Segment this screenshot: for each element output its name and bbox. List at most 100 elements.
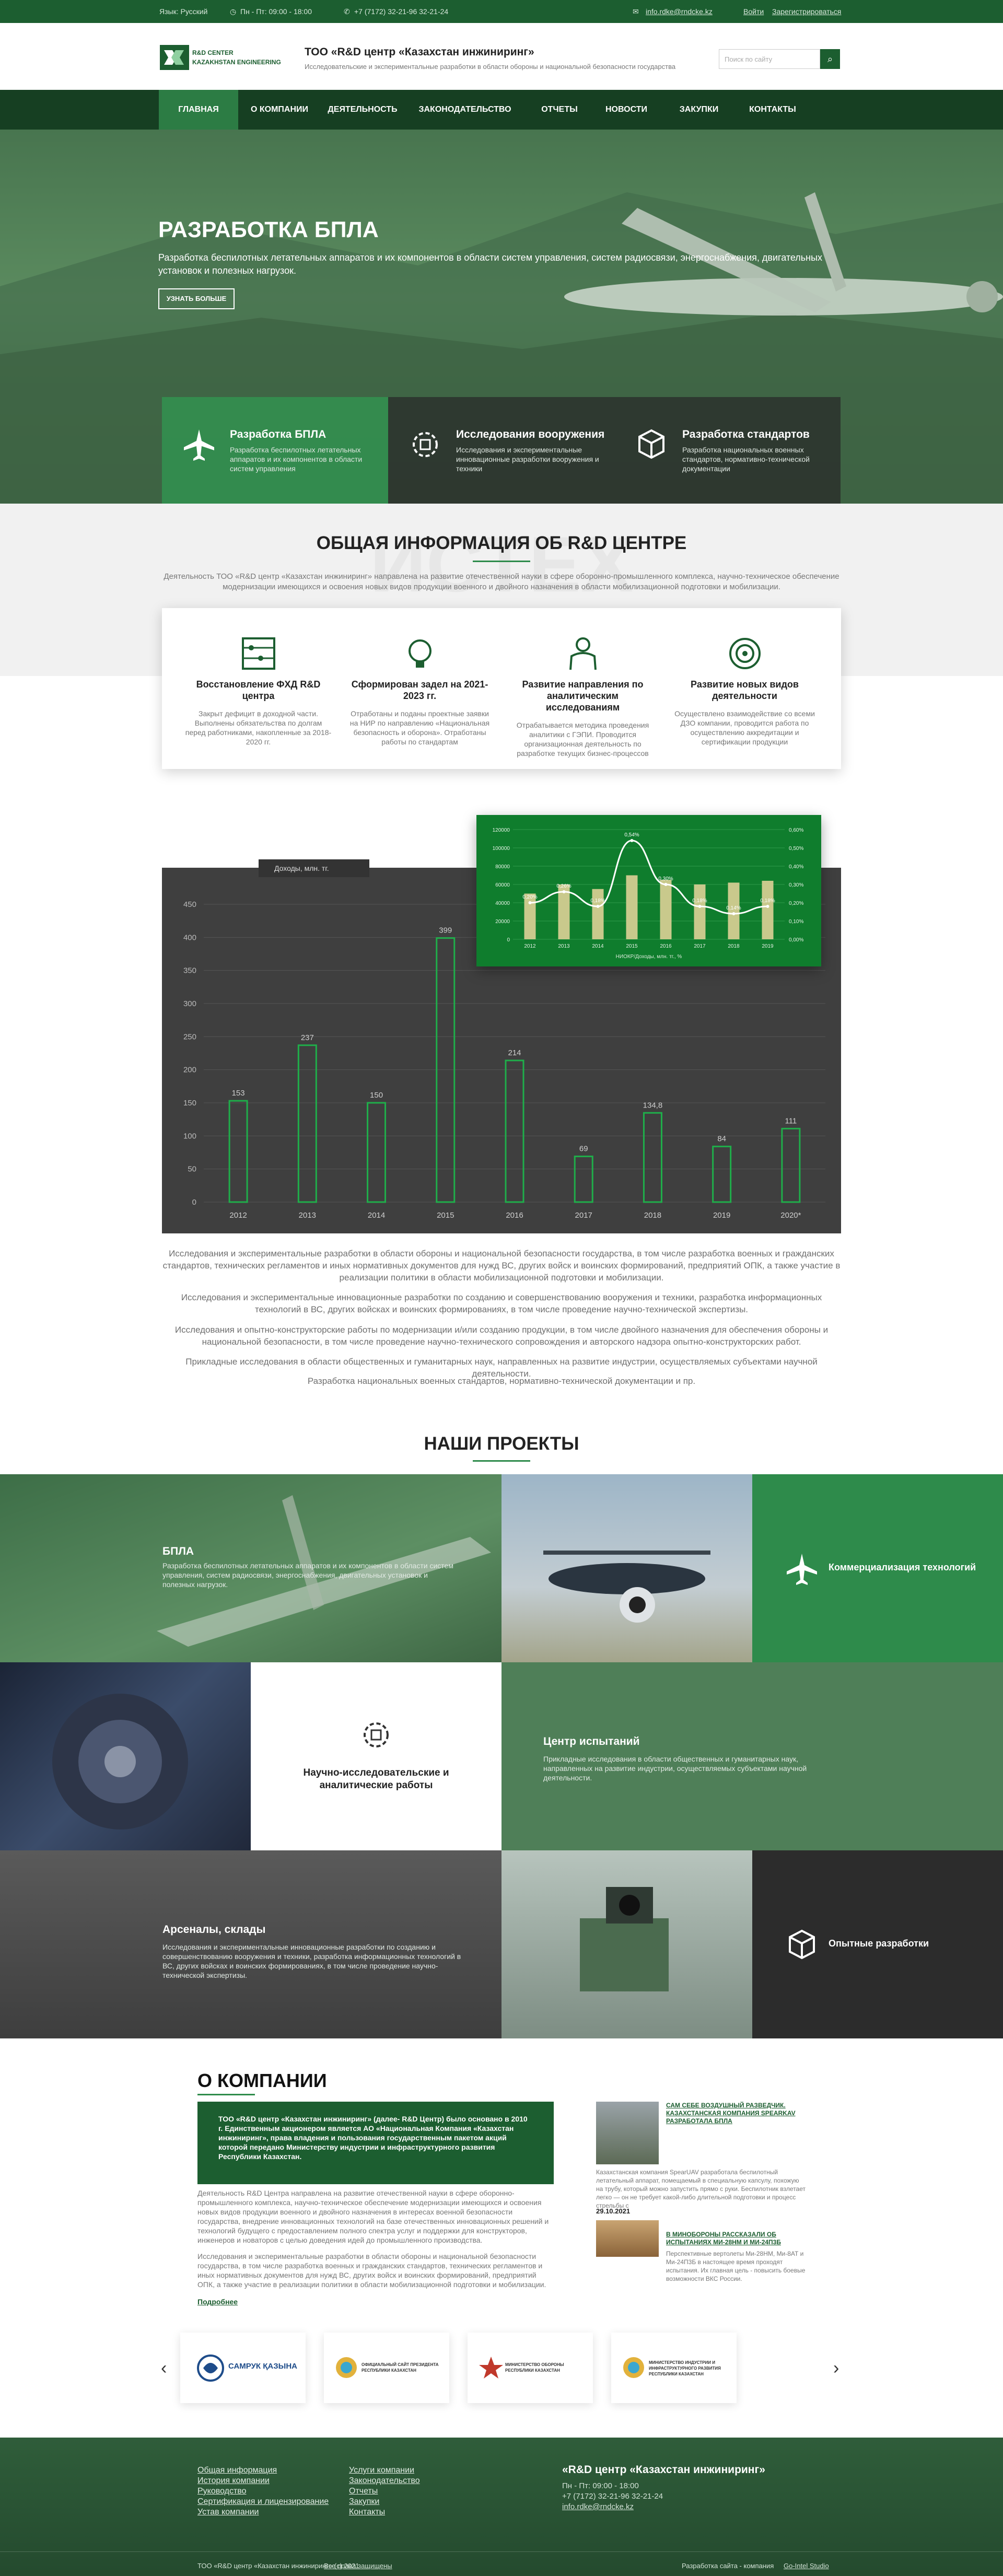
- data-label: 0,18%: [590, 898, 605, 904]
- footer-link[interactable]: Контакты: [349, 2508, 385, 2517]
- achievement-title: Восстановление ФХД R&D центра: [196, 679, 321, 701]
- footer-link[interactable]: Общая информация: [197, 2466, 277, 2475]
- footer-link[interactable]: История компании: [197, 2476, 270, 2486]
- nav-item-home[interactable]: ГЛАВНАЯ: [159, 90, 238, 130]
- data-label: 134,8: [643, 1101, 663, 1110]
- email-link[interactable]: info.rdke@rndcke.kz: [646, 7, 713, 16]
- carousel-next-icon[interactable]: ›: [833, 2358, 839, 2379]
- hero-card-text: Исследования и экспериментальные инновац…: [456, 446, 599, 473]
- search-input[interactable]: Поиск по сайту: [719, 49, 820, 69]
- y2-tick-label: 0,10%: [789, 919, 803, 925]
- nav-item-activity[interactable]: ДЕЯТЕЛЬНОСТЬ: [321, 90, 404, 130]
- footer-email[interactable]: info.rdke@rndcke.kz: [562, 2502, 634, 2511]
- x-tick-label: 2014: [592, 943, 604, 949]
- news-title[interactable]: САМ СЕБЕ ВОЗДУШНЫЙ РАЗВЕДЧИК. КАЗАХСТАНС…: [666, 2102, 807, 2125]
- inset-chart-legend: НИОКР/Доходы, млн. тг., %: [615, 954, 682, 960]
- nav-item-news[interactable]: НОВОСТИ: [593, 90, 659, 130]
- more-link[interactable]: Подробнее: [197, 2298, 238, 2306]
- bar: [626, 875, 638, 939]
- hero-card-title: Разработка стандартов: [682, 428, 810, 440]
- project-tile-experimental[interactable]: Опытные разработки: [752, 1850, 1003, 2038]
- logo-text-line2: KAZAKHSTAN ENGINEERING: [192, 59, 281, 66]
- y-tick-label: 400: [183, 933, 196, 942]
- project-tile-arsenal[interactable]: Арсеналы, склады Исследования и эксперим…: [0, 1850, 501, 2038]
- project-tile-drone-photo[interactable]: [501, 1474, 752, 1662]
- main-nav: ГЛАВНАЯ О КОМПАНИИ ДЕЯТЕЛЬНОСТЬ ЗАКОНОДА…: [0, 90, 1003, 130]
- footer-link[interactable]: Устав компании: [197, 2508, 259, 2517]
- project-tile-commercialization[interactable]: Коммерциализация технологий: [752, 1474, 1003, 1662]
- airplane-icon: [787, 1554, 817, 1585]
- y2-tick-label: 0,60%: [789, 827, 803, 833]
- top-bar: Язык: Русский ◷ Пн - Пт: 09:00 - 18:00 ✆…: [0, 0, 1003, 23]
- bar: [712, 1146, 732, 1203]
- news-thumbnail[interactable]: [596, 2102, 659, 2164]
- hero-card-standards[interactable]: Разработка стандартов Разработка национа…: [614, 397, 841, 504]
- y-tick-label: 100000: [493, 846, 510, 852]
- title-underline: [473, 561, 530, 562]
- data-label: 0,20%: [522, 894, 537, 900]
- y-tick-label: 120000: [493, 827, 510, 833]
- logo-icon[interactable]: [160, 45, 189, 70]
- achievement-text: Закрыт дефицит в доходной части. Выполне…: [185, 709, 332, 746]
- login-link[interactable]: Войти: [743, 7, 764, 16]
- developer-link[interactable]: Go-Intel Studio: [784, 2562, 829, 2570]
- footer-link[interactable]: Услуги компании: [349, 2466, 414, 2475]
- y2-tick-label: 0,50%: [789, 846, 803, 852]
- hero-card-title: Исследования вооружения: [456, 428, 605, 440]
- target-icon: [729, 638, 761, 669]
- project-tile-test-center[interactable]: Центр испытаний Прикладные исследования …: [501, 1662, 1003, 1850]
- phone-number[interactable]: +7 (7172) 32-21-96 32-21-24: [354, 7, 448, 16]
- partner-logo-industry[interactable]: МИНИСТЕРСТВО ИНДУСТРИИ И ИНФРАСТРУКТУРНО…: [611, 2333, 737, 2403]
- bar: [762, 881, 774, 939]
- achievement-text: Осуществлено взаимодействие со всеми ДЗО…: [674, 709, 815, 746]
- footer-link[interactable]: Закупки: [349, 2497, 379, 2507]
- footer-link[interactable]: Сертификация и лицензирование: [197, 2497, 329, 2507]
- nav-item-about[interactable]: О КОМПАНИИ: [238, 90, 321, 130]
- activity-paragraph: Исследования и опытно-конструкторские ра…: [174, 1325, 829, 1347]
- hero-card-weapons[interactable]: Исследования вооружения Исследования и э…: [388, 397, 614, 504]
- nav-item-legislation[interactable]: ЗАКОНОДАТЕЛЬСТВО: [404, 90, 526, 130]
- footer-link[interactable]: Руководство: [197, 2487, 247, 2496]
- partner-logo-defense[interactable]: МИНИСТЕРСТВО ОБОРОНЫ РЕСПУБЛИКИ КАЗАХСТА…: [468, 2333, 593, 2403]
- language-selector[interactable]: Язык: Русский: [159, 7, 207, 16]
- news-title[interactable]: В МИНОБОРОНЫ РАССКАЗАЛИ ОБ ИСПЫТАНИЯХ МИ…: [666, 2231, 807, 2246]
- footer-phone[interactable]: +7 (7172) 32-21-96 32-21-24: [562, 2492, 663, 2501]
- achievement-title: Развитие направления по аналитическим ис…: [522, 679, 644, 713]
- y-tick-label: 0: [507, 937, 510, 943]
- project-tile-bpla[interactable]: БПЛА Разработка беспилотных летательных …: [0, 1474, 501, 1662]
- line-point: [630, 839, 634, 842]
- project-tile-engine-photo[interactable]: [0, 1662, 251, 1850]
- register-link[interactable]: Зарегистрироваться: [772, 7, 841, 16]
- data-label: 237: [301, 1033, 314, 1042]
- footer-link[interactable]: Отчеты: [349, 2487, 378, 2496]
- y2-tick-label: 0,30%: [789, 882, 803, 888]
- x-tick-label: 2013: [299, 1211, 316, 1220]
- nav-item-contacts[interactable]: КОНТАКТЫ: [739, 90, 807, 130]
- project-tile-research[interactable]: Научно-исследовательские и аналитические…: [251, 1662, 501, 1850]
- project-tile-vehicle-photo[interactable]: [501, 1850, 752, 2038]
- achievement-card: Восстановление ФХД R&D центра Закрыт деф…: [184, 635, 332, 747]
- carousel-prev-icon[interactable]: ‹: [161, 2358, 167, 2379]
- line-point: [562, 890, 566, 893]
- mail-icon: ✉: [633, 7, 639, 16]
- footer-link[interactable]: Законодательство: [349, 2476, 420, 2486]
- section-title: ОБЩАЯ ИНФОРМАЦИЯ ОБ R&D ЦЕНТРЕ: [316, 533, 687, 553]
- nav-item-purchases[interactable]: ЗАКУПКИ: [659, 90, 739, 130]
- airplane-icon: [184, 429, 214, 461]
- tile-title: Коммерциализация технологий: [829, 1562, 976, 1572]
- y-tick-label: 150: [183, 1099, 196, 1108]
- hero-card-bpla[interactable]: Разработка БПЛА Разработка беспилотных л…: [162, 397, 388, 504]
- data-label: 153: [232, 1089, 245, 1098]
- nav-item-reports[interactable]: ОТЧЕТЫ: [526, 90, 593, 130]
- tile-title: Опытные разработки: [829, 1938, 929, 1949]
- partner-logo-president[interactable]: ОФИЦИАЛЬНЫЙ САЙТ ПРЕЗИДЕНТА РЕСПУБЛИКИ К…: [324, 2333, 449, 2403]
- cubes-icon: [638, 429, 664, 459]
- x-tick-label: 2017: [575, 1211, 592, 1220]
- search-icon[interactable]: ⌕: [820, 49, 840, 69]
- partner-logo-samruk[interactable]: САМРУК ҚАЗЫНА: [180, 2333, 306, 2403]
- about-title: О КОМПАНИИ: [197, 2070, 327, 2091]
- x-tick-label: 2018: [644, 1211, 661, 1220]
- data-label: 111: [785, 1116, 797, 1125]
- news-thumbnail[interactable]: [596, 2220, 659, 2257]
- learn-more-button[interactable]: УЗНАТЬ БОЛЬШЕ: [158, 288, 235, 309]
